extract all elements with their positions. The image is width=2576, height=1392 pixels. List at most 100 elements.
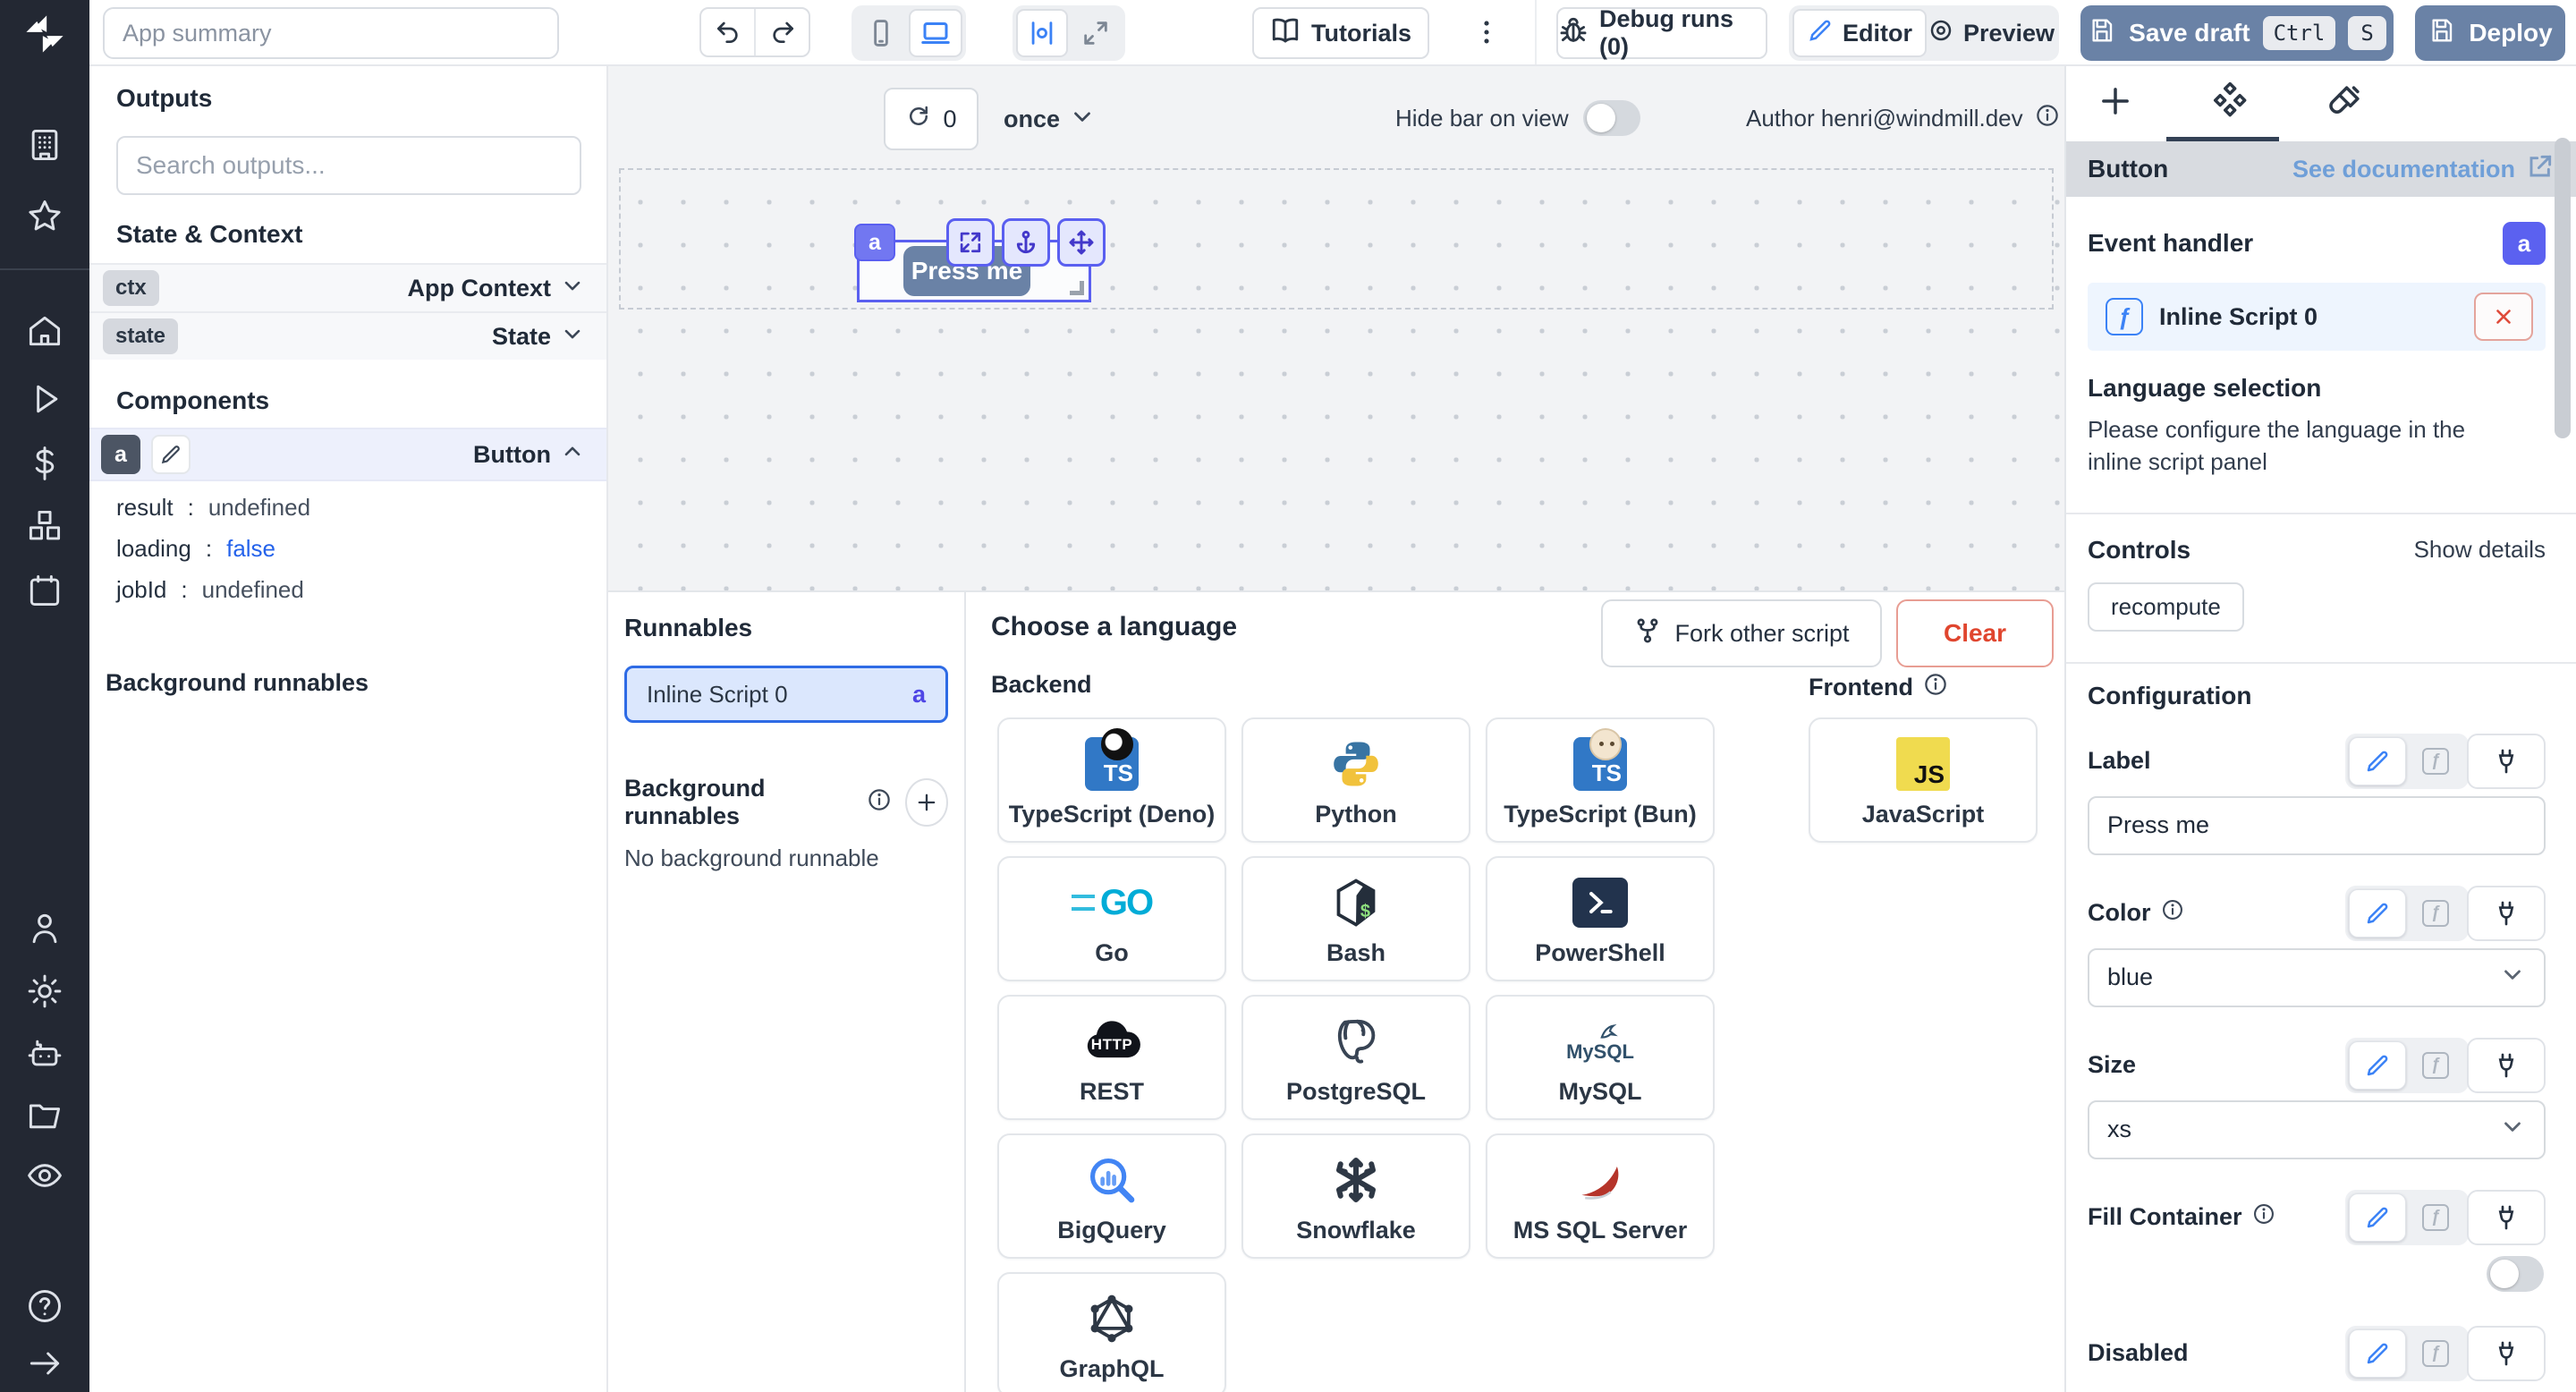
workspace-icon[interactable]	[25, 125, 64, 165]
lang-card-go[interactable]: GO Go	[997, 856, 1226, 981]
ctx-badge: ctx	[103, 270, 159, 306]
lang-card-graphql[interactable]: GraphQL	[997, 1272, 1226, 1392]
lang-card-ms-sql-server[interactable]: MS SQL Server	[1486, 1133, 1715, 1259]
lang-card-javascript[interactable]: JS JavaScript	[1809, 717, 2038, 843]
recompute-button[interactable]: recompute	[2088, 582, 2244, 632]
insert-component-tab-plus-icon[interactable]	[2097, 82, 2134, 126]
remove-script-button[interactable]	[2474, 293, 2533, 341]
info-icon[interactable]	[1922, 671, 1949, 704]
lang-card-typescript-deno[interactable]: TS TypeScript (Deno)	[997, 717, 1226, 843]
editor-tab[interactable]: Editor	[1792, 9, 1927, 57]
inline-script-row[interactable]: ƒ Inline Script 0	[2088, 283, 2546, 351]
dynamic-fx-toggle[interactable]: ƒ	[2406, 1052, 2465, 1079]
expand-sidebar-arrow-icon[interactable]	[25, 1344, 64, 1383]
add-background-runnable-button[interactable]	[905, 778, 948, 827]
fork-other-script-button[interactable]: Fork other script	[1601, 599, 1882, 667]
schedules-calendar-icon[interactable]	[25, 571, 64, 610]
resources-cubes-icon[interactable]	[25, 506, 64, 546]
lang-card-mysql[interactable]: MySQL MySQL	[1486, 995, 1715, 1120]
info-icon[interactable]	[2034, 102, 2061, 135]
chevron-down-icon[interactable]	[560, 273, 585, 304]
dynamic-fx-toggle[interactable]: ƒ	[2406, 1204, 2465, 1231]
schedule-dropdown[interactable]: once	[1004, 88, 1096, 150]
workers-robot-icon[interactable]	[25, 1034, 64, 1074]
styling-brush-tab-icon[interactable]	[2326, 82, 2363, 126]
search-outputs-input[interactable]	[116, 136, 581, 195]
folders-icon[interactable]	[25, 1095, 64, 1134]
users-person-icon[interactable]	[25, 909, 64, 948]
favorites-star-icon[interactable]	[25, 197, 64, 236]
center-layout-button[interactable]	[1016, 9, 1068, 57]
audit-eye-icon[interactable]	[25, 1156, 64, 1195]
connect-plug-button[interactable]	[2467, 1326, 2546, 1381]
chevron-down-icon[interactable]	[560, 321, 585, 352]
dynamic-fx-toggle[interactable]: ƒ	[2406, 1340, 2465, 1367]
connect-plug-button[interactable]	[2467, 1190, 2546, 1245]
lang-card-powershell[interactable]: PowerShell	[1486, 856, 1715, 981]
deploy-button[interactable]: Deploy	[2415, 5, 2565, 61]
static-pencil-toggle[interactable]	[2349, 737, 2406, 785]
runs-play-icon[interactable]	[25, 379, 64, 419]
static-pencil-toggle[interactable]	[2349, 1193, 2406, 1242]
size-select[interactable]: xs	[2088, 1100, 2546, 1159]
redo-button[interactable]	[756, 9, 809, 55]
info-icon[interactable]	[866, 786, 893, 819]
lang-card-bash[interactable]: $ Bash	[1241, 856, 1470, 981]
mobile-view-button[interactable]	[855, 9, 907, 57]
variables-dollar-icon[interactable]	[25, 444, 64, 483]
clear-button[interactable]: Clear	[1896, 599, 2054, 667]
graphql-icon	[1086, 1288, 1138, 1349]
panel-scrollbar[interactable]	[2555, 138, 2571, 438]
prop-loading: loading: false	[116, 535, 580, 576]
component-settings-tab-icon[interactable]	[2211, 82, 2249, 126]
windmill-logo-icon[interactable]	[21, 11, 68, 64]
resize-corner-handle[interactable]	[1070, 281, 1084, 295]
lang-card-typescript-bun[interactable]: TS TypeScript (Bun)	[1486, 717, 1715, 843]
show-details-link[interactable]: Show details	[2414, 536, 2546, 564]
ctx-row[interactable]: ctx App Context	[89, 263, 606, 311]
connect-plug-button[interactable]	[2467, 734, 2546, 789]
fill-container-toggle[interactable]	[2487, 1256, 2544, 1292]
app-summary-input[interactable]	[103, 7, 559, 59]
expand-handle[interactable]	[946, 218, 995, 267]
save-draft-button[interactable]: Save draft Ctrl S	[2080, 5, 2394, 61]
help-icon[interactable]	[25, 1286, 64, 1326]
chevron-up-icon[interactable]	[560, 439, 585, 471]
see-documentation-link[interactable]: See documentation	[2292, 152, 2555, 187]
home-icon[interactable]	[25, 311, 64, 351]
settings-gear-icon[interactable]	[25, 972, 64, 1011]
undo-button[interactable]	[701, 9, 756, 55]
component-row-button[interactable]: a Button	[89, 428, 606, 481]
hide-bar-toggle[interactable]	[1583, 100, 1640, 136]
rename-pencil-icon[interactable]	[151, 435, 191, 474]
label-value-input[interactable]	[2088, 796, 2546, 855]
dynamic-fx-toggle[interactable]: ƒ	[2406, 748, 2465, 775]
info-icon[interactable]	[2251, 1201, 2276, 1233]
runnables-panel: Runnables Inline Script 0 a Background r…	[608, 592, 966, 1392]
debug-runs-button[interactable]: Debug runs (0)	[1556, 7, 1767, 59]
lang-card-snowflake[interactable]: Snowflake	[1241, 1133, 1470, 1259]
connect-plug-button[interactable]	[2467, 886, 2546, 941]
state-row[interactable]: state State	[89, 311, 606, 360]
static-pencil-toggle[interactable]	[2349, 1329, 2406, 1378]
color-select[interactable]: blue	[2088, 948, 2546, 1007]
static-pencil-toggle[interactable]	[2349, 889, 2406, 938]
info-icon[interactable]	[2160, 897, 2185, 929]
refresh-count-box[interactable]: 0	[884, 88, 979, 150]
lang-card-python[interactable]: Python	[1241, 717, 1470, 843]
move-handle[interactable]	[1057, 218, 1106, 267]
canvas-grid[interactable]: a Press me 100%	[608, 166, 2066, 590]
preview-tab[interactable]: Preview	[1927, 9, 2055, 57]
anchor-handle[interactable]	[1002, 218, 1050, 267]
lang-card-bigquery[interactable]: BigQuery	[997, 1133, 1226, 1259]
static-pencil-toggle[interactable]	[2349, 1041, 2406, 1090]
runnable-item-inline-script-0[interactable]: Inline Script 0 a	[624, 666, 948, 723]
lang-card-postgresql[interactable]: PostgreSQL	[1241, 995, 1470, 1120]
desktop-view-button[interactable]	[909, 9, 962, 57]
connect-plug-button[interactable]	[2467, 1038, 2546, 1093]
more-menu-kebab-icon[interactable]	[1467, 13, 1506, 52]
dynamic-fx-toggle[interactable]: ƒ	[2406, 900, 2465, 927]
tutorials-button[interactable]: Tutorials	[1252, 7, 1429, 59]
fullwidth-layout-button[interactable]	[1070, 9, 1122, 57]
lang-card-rest[interactable]: HTTP REST	[997, 995, 1226, 1120]
